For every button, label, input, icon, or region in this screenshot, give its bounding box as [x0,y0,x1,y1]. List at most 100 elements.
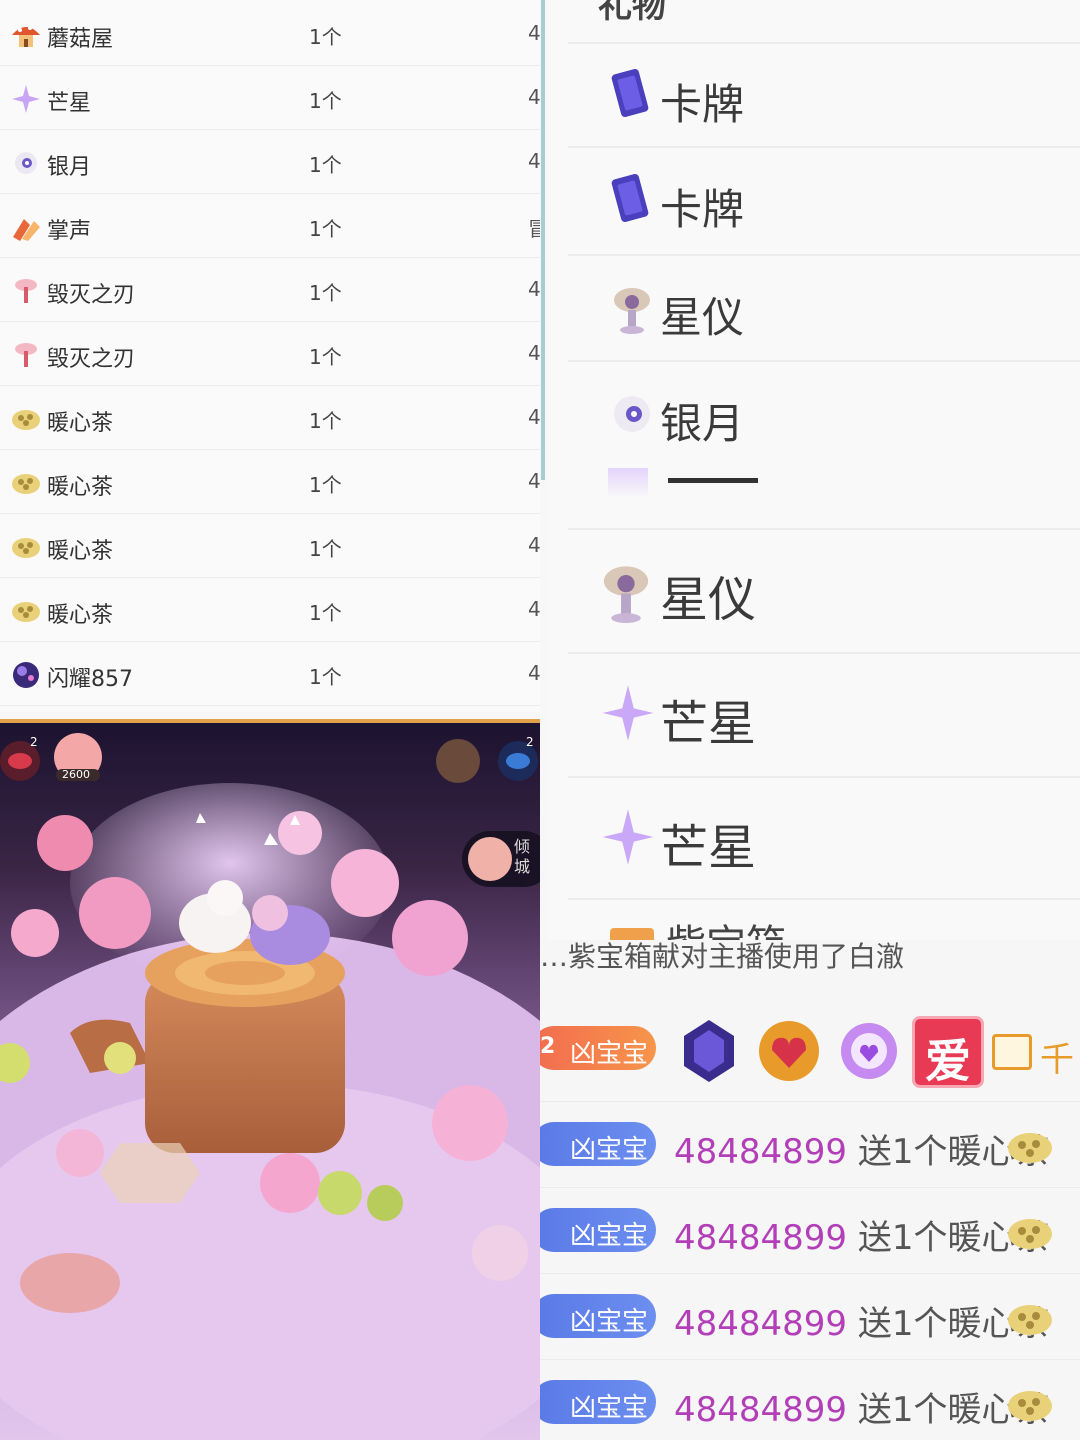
list-item[interactable]: 暖心茶 1个 4 [0,450,540,514]
star-instrument-icon [603,566,649,623]
chat-message: 48484899 送1个暖心茶 [674,1124,1050,1173]
gift-extra: 4 [528,469,540,493]
game-scene[interactable]: 2 2600 2 倾城 [0,719,540,1440]
silver-moon-icon [614,396,650,432]
gift-quantity: 1个 [309,281,342,305]
gift-item-silver-moon[interactable]: 银月 [548,364,1080,464]
gift-name: 芒星 [47,91,92,116]
blade-icon [15,343,37,367]
avatar [468,837,512,881]
gift-item-name: 芒星 [660,820,757,876]
divider [568,254,1080,256]
gift-quantity: 1个 [309,89,342,113]
gift-item-name: 星仪 [660,293,745,342]
gift-quantity: 1个 [309,25,342,49]
gift-extra: 4 [528,277,540,301]
chat-row-highlight[interactable]: 2 凶宝宝 爱 千 [540,1002,1080,1102]
gift-extra: 4 [528,341,540,365]
divider [568,652,1080,654]
gift-name: 银月 [47,155,92,180]
mushroom-house-icon [12,26,40,47]
crown-medal-icon [684,1020,734,1082]
gift-item-star-instrument[interactable]: 星仪 [548,538,1080,648]
gift-item-name: 星仪 [660,572,757,628]
gift-item-name: 卡牌 [660,80,745,129]
gift-item-card[interactable]: 卡牌 [548,150,1080,250]
list-item[interactable]: 毁灭之刃 1个 4 [0,258,540,322]
heart-ring-icon [841,1023,897,1079]
blade-icon [15,279,37,303]
user-id[interactable]: 48484899 [674,1218,847,1258]
system-notice: …紫宝箱献对主播使用了白澈 [540,942,905,972]
partial-gift-name: 紫宝箱 [666,912,786,940]
divider [568,898,1080,900]
shine-orb-icon [13,662,39,688]
cut-text-fragment [668,478,758,483]
gift-item-card[interactable]: 卡牌 [548,45,1080,145]
gift-extra: 冒 [528,217,540,241]
fan-badge: 凶宝宝 [540,1294,656,1338]
gift-quantity: 1个 [309,473,342,497]
love-badge-text: 爱 [925,1034,971,1088]
gift-quantity: 1个 [309,601,342,625]
gift-quantity: 1个 [309,345,342,369]
list-item[interactable]: 芒星 1个 4 [0,66,540,130]
list-item[interactable]: 暖心茶 1个 4 [0,514,540,578]
chat-message: 48484899 送1个暖心茶 [674,1382,1050,1431]
gift-name: 闪耀857 [47,667,133,692]
fan-badge: 凶宝宝 [540,1208,656,1252]
applause-icon [13,219,40,241]
chat-message: 48484899 送1个暖心茶 [674,1210,1050,1259]
gift-name: 暖心茶 [47,603,114,628]
left-badge-count: 2 [30,735,38,749]
gift-extra: 4 [528,85,540,109]
gift-extra: 4 [528,533,540,557]
user-icon [992,1034,1032,1070]
side-chip[interactable]: 倾城 [462,831,540,887]
list-item[interactable]: 暖心茶 1个 4 [0,386,540,450]
user-id[interactable]: 48484899 [674,1390,847,1430]
warm-tea-icon [12,538,40,558]
gift-extra: 4 [528,405,540,429]
gift-quantity: 1个 [309,409,342,433]
user-id[interactable]: 48484899 [674,1304,847,1344]
gift-quantity: 1个 [309,217,342,241]
star-sparkle-icon [602,685,654,741]
user-id[interactable]: 48484899 [674,1132,847,1172]
fan-badge: 2 凶宝宝 [540,1026,656,1070]
list-item[interactable]: 暖心茶 1个 4 [0,578,540,642]
chat-row[interactable]: 凶宝宝 48484899 送1个暖心茶 [540,1188,1080,1274]
gift-name: 掌声 [47,219,92,244]
badge-name: 凶宝宝 [570,1393,649,1423]
badge-level: 2 [540,1034,556,1059]
warm-tea-icon [12,474,40,494]
list-item[interactable]: 掌声 1个 冒 [0,194,540,258]
gift-quantity: 1个 [309,153,342,177]
scene-artwork [0,733,540,1440]
gift-name: 毁灭之刃 [47,347,136,372]
gift-item-name: 银月 [660,399,745,448]
list-item[interactable]: 闪耀857 1个 4 [0,642,540,706]
warm-tea-icon [1008,1305,1052,1335]
chip-text: 倾城 [514,837,531,876]
divider [568,528,1080,530]
list-item[interactable]: 蘑菇屋 1个 4 [0,2,540,66]
chat-row[interactable]: 凶宝宝 48484899 送1个暖心茶 [540,1274,1080,1360]
gift-name: 暖心茶 [47,475,114,500]
gift-item-star-sparkle[interactable]: 芒星 [548,784,1080,894]
badge-name: 凶宝宝 [570,1307,649,1337]
gift-item-star-instrument[interactable]: 星仪 [548,258,1080,358]
list-item[interactable]: 毁灭之刃 1个 4 [0,322,540,386]
list-item[interactable]: 银月 1个 4 [0,130,540,194]
chat-feed: …紫宝箱献对主播使用了白澈 2 凶宝宝 爱 千 凶宝宝 48484899 送1个… [540,940,1080,1440]
chat-row[interactable]: 凶宝宝 48484899 送1个暖心茶 [540,1102,1080,1188]
gift-item-star-sparkle[interactable]: 芒星 [548,660,1080,770]
star-sparkle-icon [602,809,654,865]
chat-row[interactable]: 凶宝宝 48484899 送1个暖心茶 [540,1360,1080,1440]
gift-name: 暖心茶 [47,411,114,436]
gift-item-name: 芒星 [660,696,757,752]
list-scrollbar[interactable] [541,0,545,480]
divider [568,42,1080,44]
fan-badge: 凶宝宝 [540,1380,656,1424]
star-instrument-icon [614,288,650,334]
